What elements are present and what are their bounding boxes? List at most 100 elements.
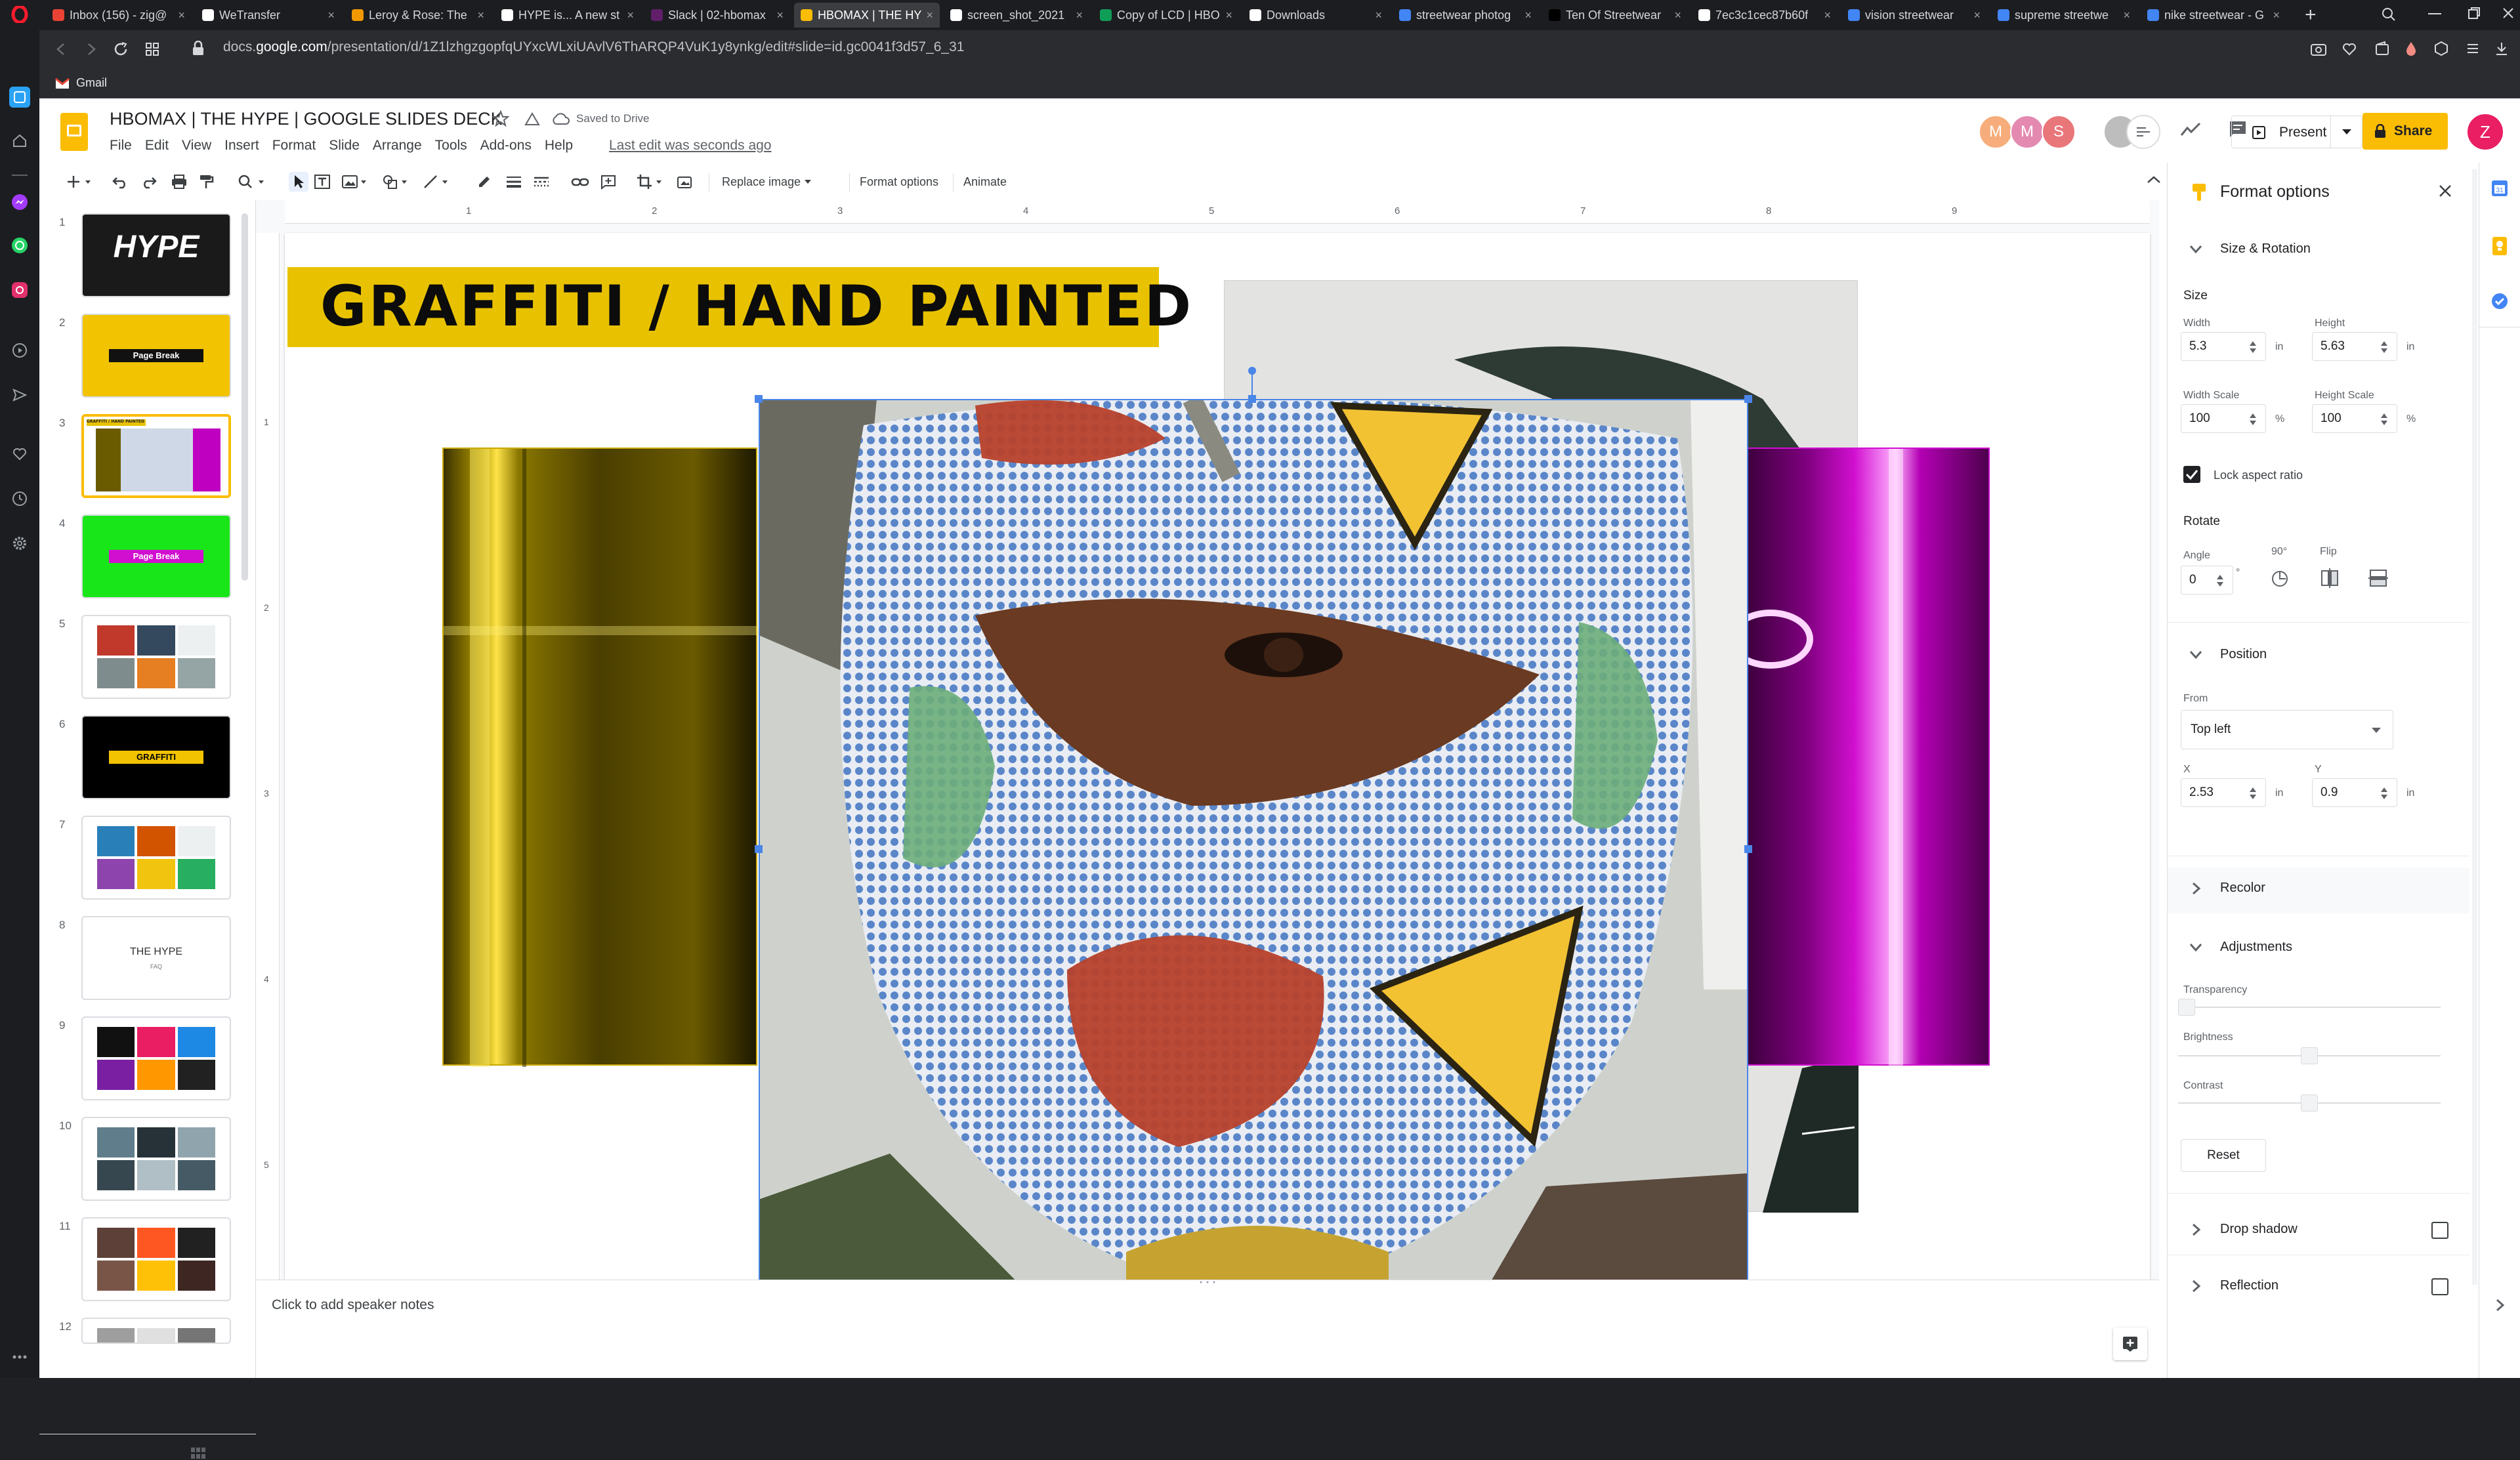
tab-close-icon[interactable]: × — [473, 9, 484, 22]
tabs-grid-icon[interactable] — [144, 41, 160, 57]
slide-thumbnail[interactable] — [81, 816, 231, 900]
restore-icon[interactable] — [2468, 7, 2481, 20]
notes-drag-handle[interactable] — [1198, 1280, 1217, 1284]
replace-image-menu[interactable]: Replace image — [722, 172, 812, 192]
tab-close-icon[interactable]: × — [623, 9, 634, 22]
close-window-icon[interactable] — [2502, 7, 2515, 20]
tab-close-icon[interactable]: × — [1371, 9, 1382, 22]
whatsapp-icon[interactable] — [9, 235, 30, 256]
new-tab-button[interactable]: + — [2305, 5, 2317, 25]
slide-thumbnail[interactable]: GRAFFITI / HAND PAINTED — [81, 414, 231, 498]
history-icon[interactable] — [9, 488, 30, 509]
explore-button[interactable] — [2113, 1327, 2147, 1360]
last-edit-link[interactable]: Last edit was seconds ago — [609, 138, 772, 154]
border-color-icon[interactable] — [476, 172, 492, 192]
redo-icon[interactable] — [140, 172, 158, 192]
grid-view-icon[interactable] — [190, 1447, 206, 1460]
expand-panel-icon[interactable] — [2495, 1298, 2506, 1312]
adjustments-section-header[interactable]: Adjustments — [2189, 940, 2292, 955]
flip-vertical-icon[interactable] — [2368, 568, 2388, 588]
lock-icon[interactable] — [192, 41, 205, 56]
lock-aspect-checkbox[interactable] — [2183, 466, 2200, 483]
rotate-90-icon[interactable] — [2270, 568, 2290, 588]
slide-thumbnail[interactable]: HYPE — [81, 213, 231, 297]
instagram-icon[interactable] — [9, 280, 30, 301]
menu-slide[interactable]: Slide — [329, 138, 360, 154]
resize-handle-top-left[interactable] — [755, 395, 763, 403]
menu-edit[interactable]: Edit — [145, 138, 169, 154]
transparency-slider[interactable] — [2178, 1007, 2441, 1008]
download-icon[interactable] — [2494, 41, 2510, 56]
width-scale-stepper-icon[interactable] — [2249, 412, 2257, 427]
menu-insert[interactable]: Insert — [224, 138, 259, 154]
y-stepper-icon[interactable] — [2380, 786, 2388, 801]
camera-icon[interactable] — [2310, 41, 2327, 56]
contrast-slider-handle[interactable] — [2301, 1095, 2318, 1112]
angle-field[interactable]: 0 — [2181, 566, 2233, 594]
wallet-icon[interactable] — [2374, 41, 2390, 56]
shape-icon[interactable] — [382, 172, 411, 192]
share-button[interactable]: Share — [2362, 113, 2448, 150]
favorite-icon[interactable] — [2342, 41, 2357, 56]
opera-logo-icon[interactable] — [9, 4, 30, 25]
more-collaborators-icon[interactable] — [2126, 115, 2160, 149]
size-rotation-section-header[interactable]: Size & Rotation — [2189, 241, 2311, 257]
extension-cube-icon[interactable] — [2433, 41, 2449, 56]
browser-tab[interactable]: Ten Of Streetwear × — [1542, 3, 1688, 28]
angle-stepper-icon[interactable] — [2216, 574, 2224, 588]
slide-thumbnail[interactable]: GRAFFITI — [81, 715, 231, 799]
forward-icon[interactable] — [84, 42, 98, 56]
browser-tab[interactable]: supreme streetwe × — [1991, 3, 2137, 28]
menu-help[interactable]: Help — [545, 138, 573, 154]
yellow-tint-photo[interactable] — [442, 448, 759, 1067]
crop-icon[interactable] — [637, 172, 665, 192]
zoom-icon[interactable] — [238, 172, 268, 192]
slide-thumbnail[interactable] — [81, 1016, 231, 1100]
browser-tab[interactable]: 7ec3c1cec87b60f × — [1692, 3, 1838, 28]
reflection-checkbox[interactable] — [2431, 1278, 2448, 1295]
back-icon[interactable] — [54, 42, 68, 56]
slide-thumbnail[interactable] — [81, 1217, 231, 1301]
selected-mask-photo[interactable] — [759, 399, 1748, 1299]
menu-format[interactable]: Format — [272, 138, 316, 154]
url-field[interactable]: docs.google.com/presentation/d/1Z1lzhgzg… — [223, 39, 964, 55]
bookmark-gmail[interactable]: Gmail — [55, 76, 107, 90]
reset-image-icon[interactable] — [676, 172, 693, 192]
insert-image-icon[interactable] — [341, 172, 370, 192]
slides-logo-icon[interactable] — [60, 113, 88, 151]
add-comment-icon[interactable] — [600, 172, 617, 192]
undo-icon[interactable] — [112, 172, 129, 192]
format-options-button[interactable]: Format options — [860, 172, 938, 192]
tab-close-icon[interactable]: × — [324, 9, 335, 22]
tab-close-icon[interactable]: × — [1820, 9, 1831, 22]
brightness-slider-handle[interactable] — [2301, 1047, 2318, 1064]
resize-handle-right[interactable] — [1744, 845, 1752, 853]
collaborator-avatar[interactable]: M — [2010, 115, 2044, 149]
animate-button[interactable]: Animate — [963, 172, 1007, 192]
extension-red-icon[interactable] — [2404, 41, 2418, 56]
paint-format-icon[interactable] — [198, 172, 214, 192]
drop-shadow-checkbox[interactable] — [2431, 1222, 2448, 1239]
tab-close-icon[interactable]: × — [1221, 9, 1232, 22]
document-title[interactable]: HBOMAX | THE HYPE | GOOGLE SLIDES DECK — [110, 109, 503, 129]
tab-close-icon[interactable]: × — [1072, 9, 1083, 22]
browser-tab[interactable]: HYPE is... A new st × — [495, 3, 640, 28]
print-icon[interactable] — [171, 172, 188, 192]
messenger-icon[interactable] — [9, 192, 30, 213]
slide-thumbnail[interactable] — [81, 1318, 231, 1344]
search-tabs-icon[interactable] — [2381, 7, 2397, 22]
tab-close-icon[interactable]: × — [772, 9, 784, 22]
menu-tools[interactable]: Tools — [435, 138, 467, 154]
browser-tab[interactable]: Downloads × — [1243, 3, 1389, 28]
settings-icon[interactable] — [9, 533, 30, 554]
slide-title-banner[interactable]: GRAFFITI / HAND PAINTED — [287, 267, 1191, 347]
collaborator-avatar[interactable]: S — [2042, 115, 2076, 149]
heart-icon[interactable] — [9, 444, 30, 465]
from-dropdown[interactable]: Top left — [2181, 710, 2393, 749]
send-icon[interactable] — [9, 385, 30, 406]
tab-close-icon[interactable]: × — [2119, 9, 2130, 22]
position-section-header[interactable]: Position — [2189, 647, 2267, 662]
player-icon[interactable] — [9, 340, 30, 361]
border-weight-icon[interactable] — [505, 172, 522, 192]
flip-horizontal-icon[interactable] — [2320, 568, 2340, 588]
